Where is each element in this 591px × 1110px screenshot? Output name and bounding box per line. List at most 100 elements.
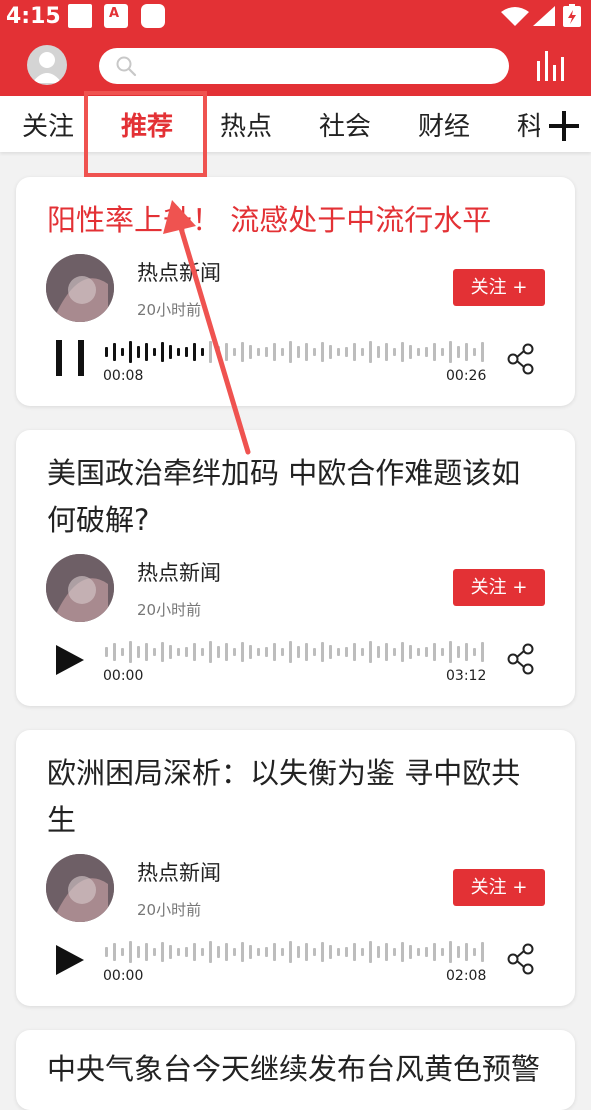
waveform-bar (161, 942, 164, 962)
pause-icon[interactable] (56, 340, 84, 376)
tab-hot[interactable]: 热点 (220, 106, 272, 143)
waveform-bar (369, 641, 372, 663)
waveform-bar (361, 948, 364, 956)
waveform-bar (481, 342, 484, 362)
waveform-bar (425, 347, 428, 357)
source-name[interactable]: 热点新闻 (137, 857, 221, 887)
waveform-bar (233, 348, 236, 356)
share-icon[interactable] (506, 643, 536, 675)
card-title[interactable]: 美国政治牵绊加码 中欧合作难题该如何破解? (47, 450, 545, 544)
waveform-bar (153, 348, 156, 356)
card-title[interactable]: 阳性率上升！ 流感处于中流行水平 (47, 197, 545, 244)
user-avatar-icon[interactable] (27, 45, 67, 85)
waveform-bar (417, 948, 420, 956)
tab-society[interactable]: 社会 (319, 106, 371, 143)
waveform-bar (281, 948, 284, 956)
bar-chart-icon[interactable] (535, 49, 569, 83)
waveform-bar (369, 341, 372, 363)
waveform-bar (337, 948, 340, 956)
waveform-bar (241, 342, 244, 362)
share-icon[interactable] (506, 943, 536, 975)
tab-finance[interactable]: 财经 (418, 106, 470, 143)
publish-time: 20小时前 (137, 901, 202, 919)
waveform-bar (473, 648, 476, 656)
waveform-bar (321, 642, 324, 662)
card-title[interactable]: 中央气象台今天继续发布台风黄色预警 (47, 1046, 545, 1093)
search-input[interactable] (99, 48, 509, 84)
waveform-bar (473, 348, 476, 356)
waveform[interactable] (103, 341, 489, 363)
waveform-bar (225, 343, 228, 361)
waveform-bar (289, 641, 292, 663)
source-avatar[interactable] (46, 854, 114, 922)
tab-follow[interactable]: 关注 (22, 106, 74, 143)
current-time: 00:08 (103, 368, 144, 384)
waveform-bar (361, 648, 364, 656)
waveform-bar (217, 346, 220, 358)
news-card[interactable]: 美国政治牵绊加码 中欧合作难题该如何破解? 热点新闻 20小时前 关注 + 00… (16, 430, 575, 706)
waveform-bar (185, 947, 188, 957)
waveform-bar (449, 941, 452, 963)
follow-button[interactable]: 关注 + (453, 269, 545, 306)
play-icon[interactable] (56, 945, 84, 975)
waveform-bar (249, 345, 252, 359)
share-icon[interactable] (506, 343, 536, 375)
play-icon[interactable] (56, 645, 84, 675)
source-name[interactable]: 热点新闻 (137, 257, 221, 287)
follow-button[interactable]: 关注 + (453, 869, 545, 906)
waveform-bar (409, 645, 412, 659)
source-avatar[interactable] (46, 254, 114, 322)
waveform-bar (201, 948, 204, 956)
publish-time: 20小时前 (137, 601, 202, 619)
news-card[interactable]: 阳性率上升！ 流感处于中流行水平 热点新闻 20小时前 关注 + 00:08 0… (16, 177, 575, 406)
waveform-bar (353, 943, 356, 961)
waveform-bar (313, 948, 316, 956)
waveform-bar (169, 345, 172, 359)
waveform-bar (289, 341, 292, 363)
waveform-bar (137, 646, 140, 658)
signal-icon (533, 6, 555, 26)
tab-tech[interactable]: 科 (517, 106, 540, 143)
waveform-bar (449, 341, 452, 363)
signal-battery-icons (501, 4, 581, 27)
waveform-bar (353, 343, 356, 361)
waveform-bar (329, 345, 332, 359)
waveform-bar (305, 343, 308, 361)
news-card[interactable]: 欧洲困局深析：以失衡为鉴 寻中欧共生 热点新闻 20小时前 关注 + 00:00… (16, 730, 575, 1006)
waveform-bar (393, 348, 396, 356)
waveform-bar (185, 347, 188, 357)
waveform-bar (361, 348, 364, 356)
waveform-bar (385, 343, 388, 361)
waveform-bar (273, 943, 276, 961)
waveform-bar (273, 643, 276, 661)
waveform-bar (201, 348, 204, 356)
add-tab-button[interactable] (540, 100, 591, 150)
publish-time: 20小时前 (137, 301, 202, 319)
waveform-bar (457, 946, 460, 958)
waveform[interactable] (103, 941, 489, 963)
waveform-bar (169, 645, 172, 659)
app-notification-label: A (109, 6, 120, 21)
waveform-bar (369, 941, 372, 963)
waveform-bar (313, 348, 316, 356)
waveform-bar (161, 342, 164, 362)
source-avatar[interactable] (46, 554, 114, 622)
waveform-bar (145, 943, 148, 961)
search-icon (116, 56, 137, 77)
waveform-bar (385, 643, 388, 661)
card-title[interactable]: 欧洲困局深析：以失衡为鉴 寻中欧共生 (47, 750, 545, 844)
waveform-bar (457, 646, 460, 658)
waveform-bar (265, 647, 268, 657)
waveform-bar (113, 943, 116, 961)
waveform-bar (257, 648, 260, 656)
source-name[interactable]: 热点新闻 (137, 557, 221, 587)
waveform-bar (321, 342, 324, 362)
duration: 02:08 (446, 968, 487, 984)
waveform-bar (273, 343, 276, 361)
waveform-bar (393, 948, 396, 956)
waveform-bar (425, 947, 428, 957)
news-card[interactable]: 中央气象台今天继续发布台风黄色预警 (16, 1030, 575, 1110)
waveform-bar (153, 648, 156, 656)
follow-button[interactable]: 关注 + (453, 569, 545, 606)
waveform[interactable] (103, 641, 489, 663)
